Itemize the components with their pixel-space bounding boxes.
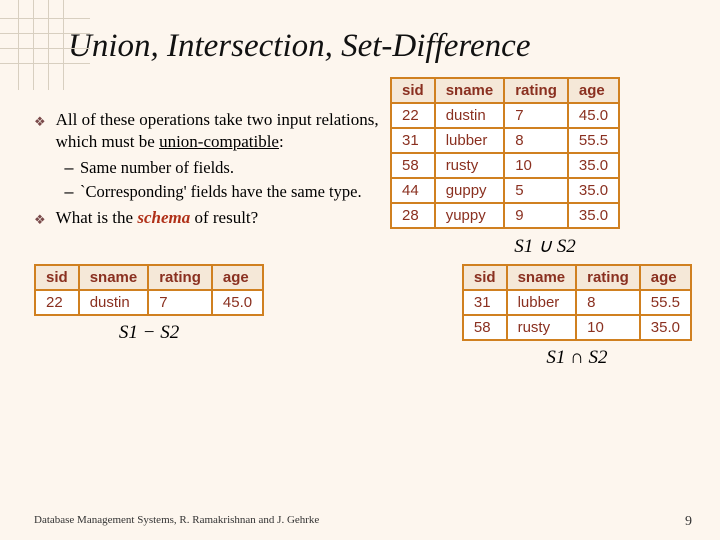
table-row: 44guppy535.0: [391, 178, 619, 203]
diamond-icon: ❖: [34, 114, 46, 131]
bullet-2-text: What is the schema of result?: [56, 207, 259, 229]
table-row: 58rusty1035.0: [463, 315, 691, 340]
page-number: 9: [685, 514, 692, 530]
diff-table: sid sname rating age 22dustin745.0: [34, 264, 264, 316]
footer-text: Database Management Systems, R. Ramakris…: [34, 514, 319, 530]
col-sid: sid: [391, 78, 435, 103]
col-age: age: [640, 265, 691, 290]
table-row: 58rusty1035.0: [391, 153, 619, 178]
bullet-2-post: of result?: [190, 208, 258, 227]
dash-icon: –: [64, 158, 74, 179]
inter-caption: S1 ∩ S2: [462, 347, 692, 369]
footer: Database Management Systems, R. Ramakris…: [34, 514, 692, 530]
bullet-1: ❖ All of these operations take two input…: [34, 109, 380, 153]
bullet-1-post: :: [279, 132, 284, 151]
bullet-2-key: schema: [137, 208, 190, 227]
col-sname: sname: [435, 78, 505, 103]
col-age: age: [212, 265, 263, 290]
table-header-row: sid sname rating age: [463, 265, 691, 290]
sub-bullet-1: – Same number of fields.: [64, 157, 380, 179]
col-sid: sid: [35, 265, 79, 290]
bullet-1-key: union-compatible: [159, 132, 279, 151]
col-rating: rating: [148, 265, 212, 290]
sub-bullet-1-text: Same number of fields.: [80, 157, 234, 178]
diff-caption: S1 − S2: [34, 322, 264, 344]
table-row: 31lubber855.5: [463, 290, 691, 315]
union-table: sid sname rating age 22dustin745.0 31lub…: [390, 77, 620, 229]
union-caption: S1 ∪ S2: [390, 235, 700, 258]
table-header-row: sid sname rating age: [35, 265, 263, 290]
col-sname: sname: [79, 265, 149, 290]
table-row: 31lubber855.5: [391, 128, 619, 153]
diamond-icon: ❖: [34, 212, 46, 229]
col-age: age: [568, 78, 619, 103]
col-rating: rating: [576, 265, 640, 290]
table-row: 22dustin745.0: [391, 103, 619, 128]
inter-table: sid sname rating age 31lubber855.5 58rus…: [462, 264, 692, 341]
bullet-1-text: All of these operations take two input r…: [56, 109, 380, 153]
table-row: 22dustin745.0: [35, 290, 263, 315]
sub-bullet-2-text: `Corresponding' fields have the same typ…: [80, 181, 362, 202]
slide-title: Union, Intersection, Set-Difference: [0, 0, 720, 73]
sub-bullet-2: – `Corresponding' fields have the same t…: [64, 181, 380, 203]
table-row: 28yuppy935.0: [391, 203, 619, 228]
col-rating: rating: [504, 78, 568, 103]
col-sname: sname: [507, 265, 577, 290]
table-header-row: sid sname rating age: [391, 78, 619, 103]
bullet-2-pre: What is the: [56, 208, 138, 227]
col-sid: sid: [463, 265, 507, 290]
bullet-2: ❖ What is the schema of result?: [34, 207, 380, 229]
dash-icon: –: [64, 182, 74, 203]
